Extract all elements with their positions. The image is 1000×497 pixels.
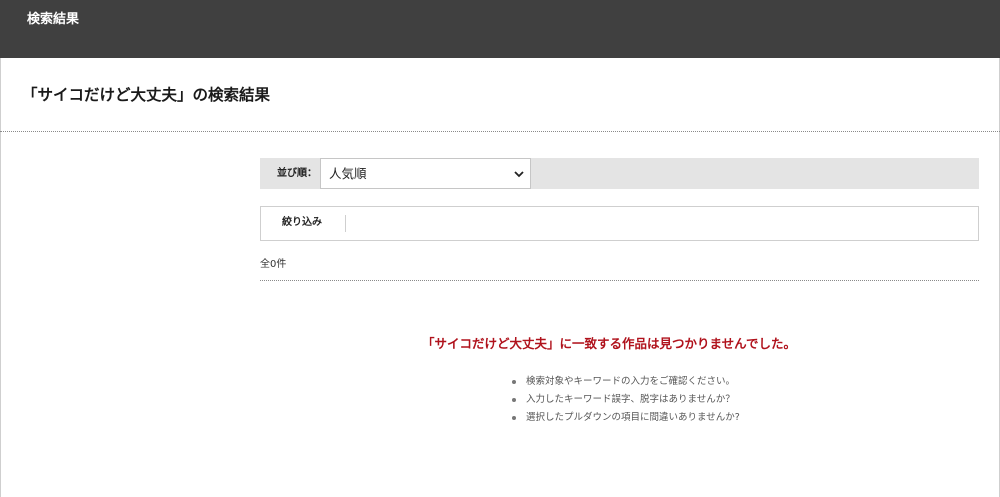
sort-selected-value: 人気順 bbox=[329, 166, 367, 181]
left-border bbox=[0, 58, 1, 497]
sort-bar: 並び順： 人気順 bbox=[260, 158, 979, 189]
bullet-icon bbox=[512, 398, 516, 402]
bullet-icon bbox=[512, 416, 516, 420]
tip-text: 入力したキーワード誤字、脱字はありませんか？ bbox=[526, 394, 735, 405]
filter-divider bbox=[345, 215, 346, 232]
bullet-icon bbox=[512, 380, 516, 384]
filter-button[interactable]: 絞り込み bbox=[282, 216, 322, 229]
sort-label: 並び順： bbox=[277, 168, 317, 179]
top-header-bar: 検索結果 bbox=[0, 0, 1000, 58]
search-tips-list: 検索対象やキーワードの入力をご確認ください。 入力したキーワード誤字、脱字はあり… bbox=[510, 373, 740, 427]
page: 検索結果 「サイコだけど大丈夫」の検索結果 並び順： 人気順 絞り込み 全0件 … bbox=[0, 0, 1000, 497]
header-title: 検索結果 bbox=[27, 12, 80, 27]
list-item: 検索対象やキーワードの入力をご確認ください。 bbox=[510, 373, 740, 391]
tip-text: 検索対象やキーワードの入力をご確認ください。 bbox=[526, 376, 736, 387]
chevron-down-icon bbox=[514, 171, 524, 178]
list-item: 選択したプルダウンの項目に間違いありませんか? bbox=[510, 409, 740, 427]
search-results-heading: 「サイコだけど大丈夫」の検索結果 bbox=[22, 86, 271, 104]
tip-text: 選択したプルダウンの項目に間違いありませんか? bbox=[526, 412, 740, 423]
result-count: 全0件 bbox=[260, 259, 287, 270]
no-result-message: 「サイコだけど大丈夫」に一致する作品は見つかりませんでした。 bbox=[422, 336, 797, 351]
count-divider bbox=[260, 280, 979, 281]
filter-bar: 絞り込み bbox=[260, 206, 979, 241]
list-item: 入力したキーワード誤字、脱字はありませんか？ bbox=[510, 391, 740, 409]
heading-divider bbox=[0, 131, 1000, 132]
sort-order-select[interactable]: 人気順 bbox=[320, 158, 531, 189]
